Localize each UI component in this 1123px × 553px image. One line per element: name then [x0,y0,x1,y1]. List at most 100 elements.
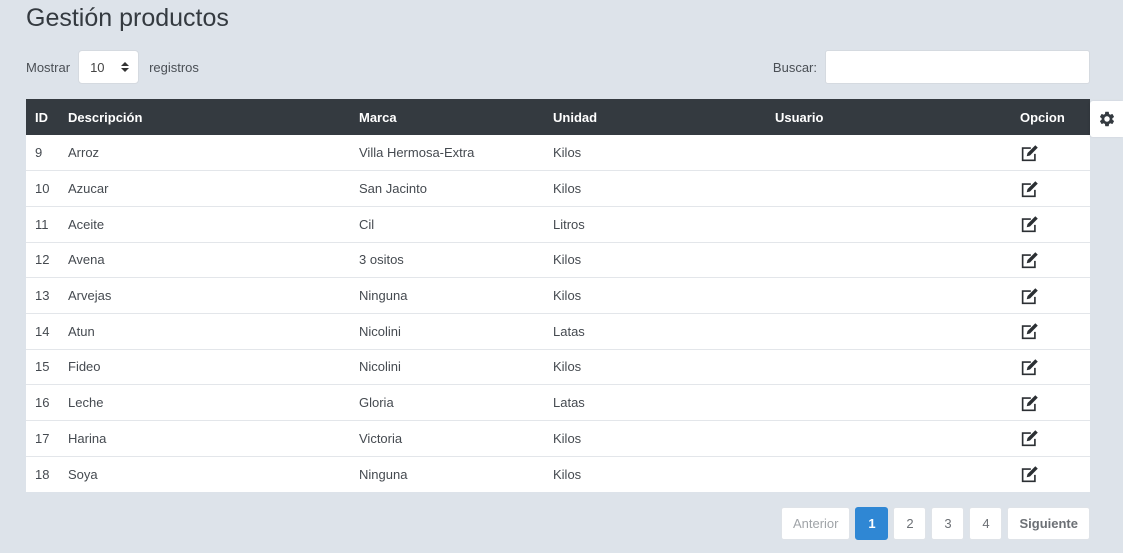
cell-unidad: Litros [544,205,766,243]
cell-unidad: Latas [544,312,766,350]
cell-descripcion: Arvejas [59,277,350,314]
edit-icon[interactable] [1020,215,1040,233]
edit-icon[interactable] [1020,287,1040,305]
page-button-3[interactable]: 3 [931,507,965,540]
edit-icon[interactable] [1020,144,1040,162]
edit-icon[interactable] [1020,251,1040,269]
cell-opcion [1011,170,1090,207]
cell-unidad: Latas [544,384,766,421]
cell-unidad: Kilos [544,455,766,492]
cell-marca: 3 ositos [350,241,544,278]
cell-marca: San Jacinto [350,170,544,207]
pagination: Anterior 1 2 3 4 Siguiente [780,507,1090,540]
page-button-1[interactable]: 1 [855,507,889,540]
gear-icon [1099,111,1114,127]
settings-button[interactable] [1090,101,1123,137]
cell-marca: Ninguna [350,277,544,314]
cell-id: 12 [26,241,59,278]
header-unidad[interactable]: Unidad [544,99,766,135]
cell-id: 14 [26,312,59,350]
edit-icon[interactable] [1020,322,1040,340]
search-label: Buscar: [772,59,817,75]
length-label-before: Mostrar [26,59,71,75]
edit-icon[interactable] [1020,394,1040,412]
cell-unidad: Kilos [544,241,766,278]
cell-opcion [1011,205,1090,243]
cell-unidad: Kilos [544,277,766,314]
page-length-select[interactable]: 10 [78,50,140,84]
cell-marca: Ninguna [350,455,544,492]
cell-id: 10 [26,170,59,207]
edit-icon[interactable] [1020,429,1040,447]
cell-usuario [766,348,1011,385]
cell-id: 15 [26,348,59,385]
page-button-2[interactable]: 2 [893,507,927,540]
cell-usuario [766,277,1011,314]
cell-id: 16 [26,384,59,421]
cell-id: 17 [26,420,59,457]
table-row: 10 Azucar San Jacinto Kilos [26,170,1090,207]
cell-unidad: Kilos [544,170,766,207]
table-header-row: ID Descripción Marca Unidad Usuario Opci… [26,99,1090,135]
header-id[interactable]: ID [26,99,59,135]
table-row: 17 Harina Victoria Kilos [26,420,1090,457]
cell-marca: Cil [350,205,544,243]
cell-id: 11 [26,205,59,243]
cell-descripcion: Aceite [59,205,350,243]
cell-unidad: Kilos [544,348,766,385]
page-button-4[interactable]: 4 [969,507,1003,540]
table-row: 9 Arroz Villa Hermosa-Extra Kilos [26,135,1090,171]
products-table: ID Descripción Marca Unidad Usuario Opci… [26,99,1090,492]
header-usuario[interactable]: Usuario [766,99,1011,135]
cell-opcion [1011,384,1090,421]
select-arrows-icon [121,62,130,72]
header-opcion[interactable]: Opcion [1011,99,1090,135]
edit-icon[interactable] [1020,180,1040,198]
cell-usuario [766,170,1011,207]
cell-id: 13 [26,277,59,314]
table-row: 12 Avena 3 ositos Kilos [26,241,1090,278]
next-page-button[interactable]: Siguiente [1007,507,1090,540]
cell-descripcion: Atun [59,312,350,350]
cell-unidad: Kilos [553,145,582,161]
cell-marca: Gloria [350,384,544,421]
cell-usuario [766,420,1011,457]
cell-marca: Victoria [350,420,544,457]
cell-usuario [766,455,1011,492]
table-row: 14 Atun Nicolini Latas [26,312,1090,350]
cell-usuario [766,205,1011,243]
table-row: 16 Leche Gloria Latas [26,384,1090,421]
cell-descripcion: Harina [59,420,350,457]
cell-descripcion: Arroz [68,145,100,161]
cell-id: 18 [26,455,59,492]
page-title: Gestión productos [26,4,229,32]
cell-opcion [1011,277,1090,314]
header-descripcion[interactable]: Descripción [59,99,350,135]
cell-marca: Villa Hermosa-Extra [359,145,475,161]
search-input[interactable] [825,50,1090,84]
header-marca[interactable]: Marca [350,99,544,135]
cell-opcion [1011,455,1090,492]
previous-page-button[interactable]: Anterior [780,507,851,540]
page-length-control: Mostrar 10 registros [26,50,199,84]
edit-icon[interactable] [1020,465,1040,483]
edit-icon[interactable] [1020,358,1040,376]
cell-opcion [1011,348,1090,385]
table-row: 15 Fideo Nicolini Kilos [26,348,1090,385]
cell-descripcion: Avena [59,241,350,278]
cell-marca: Nicolini [350,348,544,385]
cell-usuario [766,384,1011,421]
table-row: 11 Aceite Cil Litros [26,205,1090,243]
cell-unidad: Kilos [544,420,766,457]
cell-opcion [1011,241,1090,278]
cell-opcion [1011,420,1090,457]
cell-usuario [766,135,1011,171]
cell-id: 9 [35,145,43,161]
search-control: Buscar: [773,50,1090,84]
cell-descripcion: Soya [59,455,350,492]
cell-opcion [1011,312,1090,350]
cell-usuario [766,312,1011,350]
page-length-value: 10 [90,59,105,75]
cell-usuario [766,241,1011,278]
cell-descripcion: Fideo [59,348,350,385]
